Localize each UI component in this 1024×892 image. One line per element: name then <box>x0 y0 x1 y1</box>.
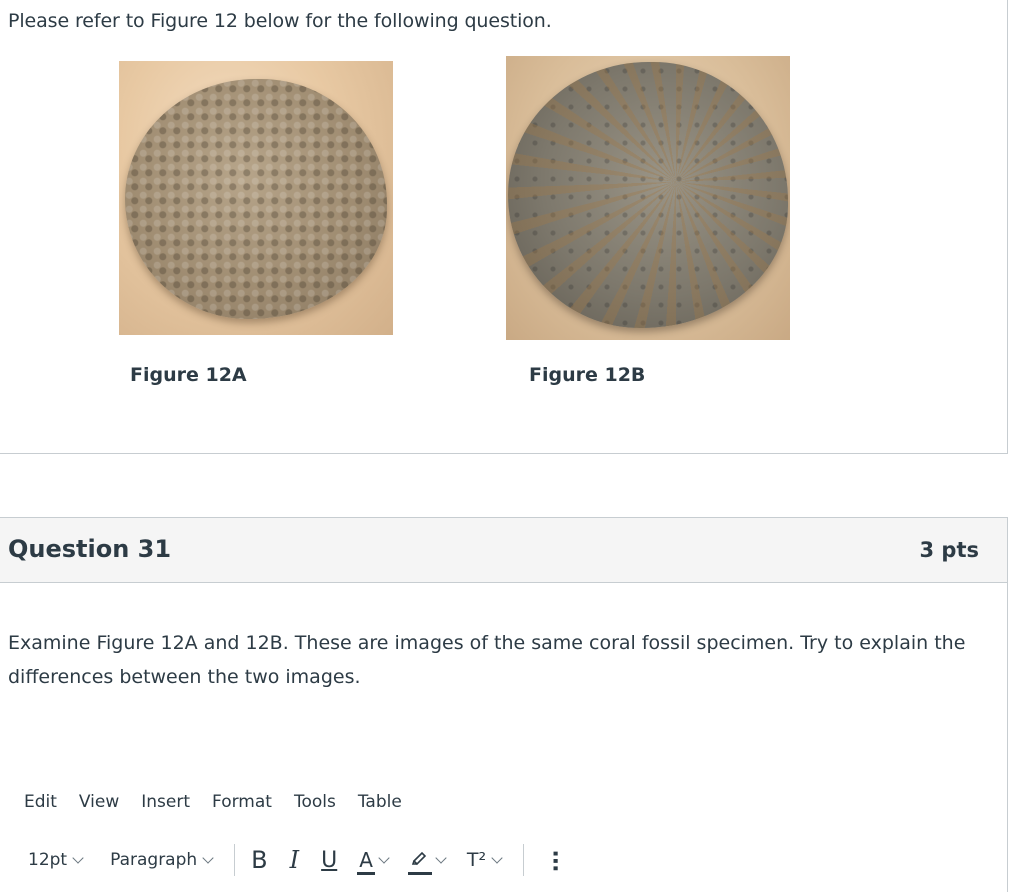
pen-icon <box>411 851 427 866</box>
coral-fossil-bottom-view <box>508 62 788 328</box>
toolbar-divider <box>234 844 236 876</box>
highlighter-icon <box>407 848 432 875</box>
text-color-button[interactable]: A <box>357 848 390 875</box>
question-text: Examine Figure 12A and 12B. These are im… <box>8 632 966 688</box>
font-size-value: 12pt <box>28 850 68 870</box>
text-color-icon: A <box>357 848 375 875</box>
menu-format[interactable]: Format <box>212 792 272 812</box>
editor-toolbar: 12pt Paragraph B I U A T² ⋯ <box>28 842 567 878</box>
figure-12b-caption: Figure 12B <box>529 364 646 386</box>
menu-view[interactable]: View <box>79 792 119 812</box>
superscript-button[interactable]: T² <box>466 849 503 871</box>
chevron-down-icon <box>435 852 447 864</box>
stimulus-prompt: Please refer to Figure 12 below for the … <box>8 10 552 32</box>
text-color-bar <box>357 872 375 875</box>
highlight-color-button[interactable] <box>407 848 447 875</box>
menu-tools[interactable]: Tools <box>294 792 336 812</box>
toolbar-divider <box>523 844 525 876</box>
block-format-value: Paragraph <box>110 850 198 870</box>
chevron-down-icon <box>378 852 390 864</box>
font-size-select[interactable]: 12pt <box>28 850 84 870</box>
figure-12b-image <box>506 56 790 340</box>
more-options-icon[interactable]: ⋯ <box>542 850 567 870</box>
figure-12a-caption: Figure 12A <box>130 364 247 386</box>
bold-button[interactable]: B <box>251 846 267 874</box>
editor-menubar: Edit View Insert Format Tools Table <box>24 792 424 812</box>
question-body: Examine Figure 12A and 12B. These are im… <box>0 582 1008 892</box>
menu-insert[interactable]: Insert <box>141 792 190 812</box>
coral-fossil-top-view <box>125 79 387 319</box>
block-format-select[interactable]: Paragraph <box>110 850 214 870</box>
question-header: Question 31 3 pts <box>0 517 1008 583</box>
underline-button[interactable]: U <box>321 848 337 873</box>
question-points: 3 pts <box>919 538 980 562</box>
italic-button[interactable]: I <box>290 846 299 874</box>
menu-edit[interactable]: Edit <box>24 792 57 812</box>
chevron-down-icon <box>72 852 84 864</box>
chevron-down-icon <box>202 852 214 864</box>
figure-12a-image <box>119 61 393 335</box>
highlight-color-bar <box>407 872 432 875</box>
menu-table[interactable]: Table <box>358 792 402 812</box>
superscript-icon: T² <box>466 849 487 871</box>
question-title: Question 31 <box>8 535 172 563</box>
stimulus-panel: Please refer to Figure 12 below for the … <box>0 0 1008 454</box>
text-color-glyph: A <box>359 848 373 872</box>
chevron-down-icon <box>491 852 503 864</box>
